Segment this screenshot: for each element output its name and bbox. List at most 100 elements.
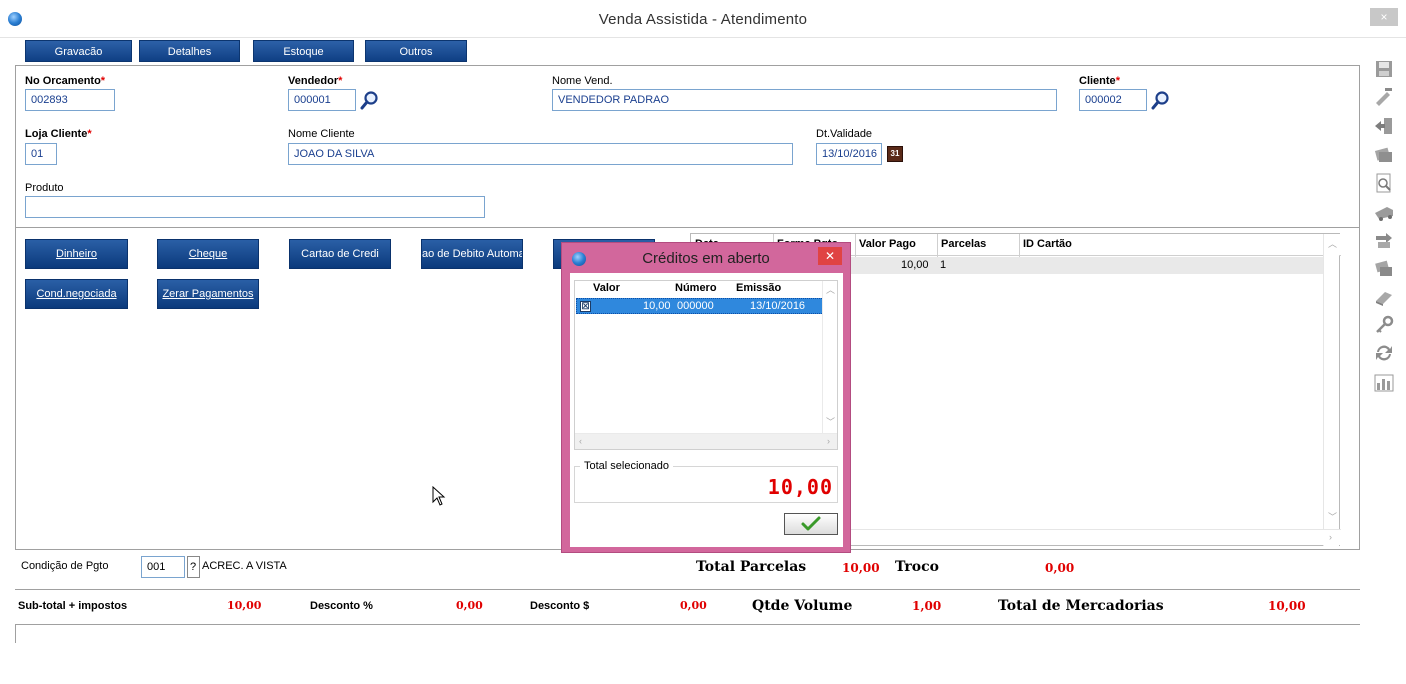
creditos-dialog: Créditos em aberto ✕ Valor Número Emissã… [561,242,851,553]
scroll-right-icon[interactable]: › [1329,532,1332,542]
dialog-scroll-left-icon[interactable]: ‹ [579,436,582,446]
debito-automatico-button[interactable]: ao de Debito Automa [421,239,523,269]
vendedor-label: Vendedor* [288,75,343,87]
produto-field[interactable] [25,196,485,218]
total-selecionado-value: 10,00 [767,475,833,499]
grid-col-idcartao: ID Cartão [1023,238,1072,250]
grid-col-valor: Valor Pago [859,238,916,250]
grid-cell-parcelas: 1 [940,259,947,271]
dgrid-col-valor: Valor [593,282,620,294]
scroll-down-icon[interactable]: ﹀ [1328,510,1337,523]
title-bar: Venda Assistida - Atendimento × [0,0,1406,38]
dinheiro-button[interactable]: Dinheiro [25,239,128,269]
grid-cell-valor: 10,00 [901,259,929,271]
troco-value: 0,00 [1045,561,1075,575]
dialog-body: Valor Número Emissão ☒ 10,00 000000 13/1… [570,273,843,547]
dialog-close-button[interactable]: ✕ [818,247,842,265]
dgrid-col-emissao: Emissão [736,282,782,294]
calendar-icon[interactable]: 31 [887,146,903,162]
nome-vend-field[interactable]: VENDEDOR PADRAO [552,89,1057,111]
window-close-button[interactable]: × [1370,8,1398,26]
subtotal-value: 10,00 [227,599,262,612]
desconto-pct-label: Desconto % [310,600,373,612]
creditos-grid[interactable]: Valor Número Emissão ☒ 10,00 000000 13/1… [574,280,838,450]
nome-cliente-label: Nome Cliente [288,128,355,140]
eraser-icon[interactable] [1373,286,1395,308]
total-mercadorias-value: 10,00 [1268,599,1306,613]
preview-icon[interactable] [1373,172,1395,194]
validade-field[interactable]: 13/10/2016 [816,143,882,165]
credito-valor: 10,00 [643,300,671,312]
qtde-volume-value: 1,00 [912,599,942,613]
coins-icon[interactable] [1373,257,1395,279]
loja-label: Loja Cliente* [25,128,92,140]
orcamento-label: No Orcamento* [25,75,106,87]
nome-cliente-field[interactable]: JOAO DA SILVA [288,143,793,165]
cond-negociada-button[interactable]: Cond.negociada [25,279,128,309]
vendedor-field[interactable]: 000001 [288,89,356,111]
credito-emissao: 13/10/2016 [750,300,806,312]
truck-icon[interactable] [1373,201,1395,223]
dialog-scroll-up-icon[interactable]: ︿ [826,283,835,296]
row-checkbox[interactable]: ☒ [580,301,591,312]
total-selecionado-label: Total selecionado [580,460,674,472]
condicao-desc: ACREC. A VISTA [202,560,287,572]
dialog-title: Créditos em aberto [642,250,770,267]
dialog-vertical-scrollbar[interactable]: ︿ ﹀ [822,281,837,434]
cartao-credito-button[interactable]: Cartao de Credi [289,239,391,269]
footer-edge [15,625,16,643]
qtde-volume-label: Qtde Volume [752,598,853,614]
key-icon[interactable] [1373,314,1395,336]
grid-vertical-scrollbar[interactable]: ︿ ﹀ [1323,234,1339,546]
zerar-pagamentos-button[interactable]: Zerar Pagamentos [157,279,259,309]
tab-outros[interactable]: Outros [365,40,467,62]
footer-divider-bottom [15,624,1360,625]
credito-row[interactable]: ☒ 10,00 000000 13/10/2016 [576,298,824,314]
total-selecionado-box: Total selecionado 10,00 [574,460,838,503]
tab-gravacao[interactable]: Gravacão [25,40,132,62]
tools-icon[interactable] [1373,85,1395,107]
orcamento-field[interactable]: 002893 [25,89,115,111]
dialog-scroll-down-icon[interactable]: ﹀ [826,415,835,428]
tab-detalhes[interactable]: Detalhes [139,40,240,62]
money-icon[interactable] [1373,143,1395,165]
cliente-label: Cliente* [1079,75,1120,87]
chart-icon[interactable] [1373,372,1395,394]
cliente-field[interactable]: 000002 [1079,89,1147,111]
condicao-field[interactable]: 001 [141,556,185,578]
checkmark-icon [801,516,821,531]
exit-icon[interactable] [1373,115,1395,137]
scroll-up-icon[interactable]: ︿ [1328,237,1337,250]
vendedor-search-icon[interactable] [360,90,380,110]
confirm-button[interactable] [784,513,838,535]
nome-vend-label: Nome Vend. [552,75,613,87]
loja-field[interactable]: 01 [25,143,57,165]
condicao-help-button[interactable]: ? [187,556,200,578]
dgrid-col-numero: Número [675,282,717,294]
grid-col-parcelas: Parcelas [941,238,987,250]
refresh-icon[interactable] [1373,342,1395,364]
troco-label: Troco [895,559,939,575]
total-parcelas-label: Total Parcelas [696,559,807,575]
footer-divider [15,589,1360,590]
validade-label: Dt.Validade [816,128,873,140]
mouse-cursor-icon [432,486,446,506]
save-icon[interactable] [1373,58,1395,80]
credito-numero: 000000 [677,300,714,312]
tab-estoque[interactable]: Estoque [253,40,354,62]
condicao-label: Condição de Pgto [21,560,109,572]
produto-label: Produto [25,182,64,194]
cliente-search-icon[interactable] [1151,90,1171,110]
window-title: Venda Assistida - Atendimento [598,11,808,28]
exchange-icon[interactable] [1373,229,1395,251]
desconto-val-label: Desconto $ [530,600,590,612]
desconto-val-value: 0,00 [680,599,707,612]
desconto-pct-value: 0,00 [456,599,483,612]
dialog-scroll-right-icon[interactable]: › [827,436,830,446]
dialog-horizontal-scrollbar[interactable]: ‹ › [575,433,837,449]
subtotal-label: Sub-total + impostos [18,600,128,612]
dialog-title-bar: Créditos em aberto ✕ [562,243,850,273]
total-mercadorias-label: Total de Mercadorias [998,598,1164,614]
total-parcelas-value: 10,00 [842,561,880,575]
cheque-button[interactable]: Cheque [157,239,259,269]
